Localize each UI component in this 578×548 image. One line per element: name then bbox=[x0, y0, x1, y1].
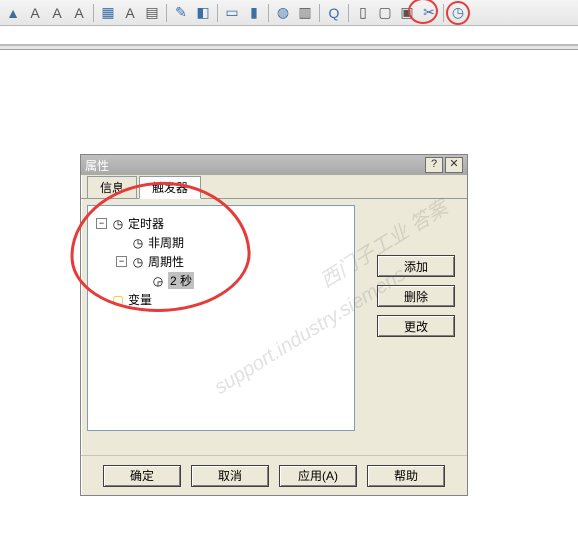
palette-icon[interactable]: ▦ bbox=[98, 3, 118, 23]
clock-icon[interactable]: ◷ bbox=[448, 3, 468, 23]
fill-icon[interactable]: ▮ bbox=[244, 3, 264, 23]
panel-icon[interactable]: ▭ bbox=[222, 3, 242, 23]
pointer-icon[interactable]: ▲ bbox=[3, 3, 23, 23]
archive-icon[interactable]: ▢ bbox=[375, 3, 395, 23]
trigger-tree-panel: − ◷ 定时器 ◷ 非周期 − ◷ 周期性 ◶ 2 秒 bbox=[87, 205, 355, 431]
modify-button[interactable]: 更改 bbox=[377, 315, 455, 337]
timer-icon: ◶ bbox=[151, 274, 165, 288]
toolbar-separator bbox=[443, 4, 444, 22]
tab-info[interactable]: 信息 bbox=[87, 176, 137, 198]
toolbar-separator bbox=[319, 4, 320, 22]
variable-icon: ▢ bbox=[111, 293, 125, 307]
a-slash-icon[interactable]: A bbox=[47, 3, 67, 23]
help-button[interactable]: ? bbox=[425, 157, 443, 173]
collapse-icon[interactable]: − bbox=[116, 256, 127, 267]
tree-label: 周期性 bbox=[148, 253, 184, 270]
tree-label: 定时器 bbox=[128, 215, 164, 232]
help-button-bottom[interactable]: 帮助 bbox=[367, 465, 445, 487]
close-button[interactable]: ✕ bbox=[445, 157, 463, 173]
toolbar-separator bbox=[93, 4, 94, 22]
add-button[interactable]: 添加 bbox=[377, 255, 455, 277]
scissors-icon[interactable]: ✂ bbox=[419, 3, 439, 23]
collapse-icon[interactable]: − bbox=[96, 218, 107, 229]
brush-icon[interactable]: ▤ bbox=[142, 3, 162, 23]
a-italic-icon[interactable]: A bbox=[69, 3, 89, 23]
toolbar-separator bbox=[268, 4, 269, 22]
tree-node-timer[interactable]: − ◷ 定时器 bbox=[96, 214, 348, 233]
tree-node-periodic[interactable]: − ◷ 周期性 bbox=[116, 252, 348, 271]
sub-toolbar bbox=[0, 44, 578, 50]
tab-strip: 信息 触发器 bbox=[81, 175, 467, 199]
trigger-tree: − ◷ 定时器 ◷ 非周期 − ◷ 周期性 ◶ 2 秒 bbox=[94, 214, 348, 309]
toolbar-separator bbox=[217, 4, 218, 22]
tree-node-aperiodic[interactable]: ◷ 非周期 bbox=[116, 233, 348, 252]
globe-icon[interactable]: ◍ bbox=[273, 3, 293, 23]
ok-button[interactable]: 确定 bbox=[103, 465, 181, 487]
dialog-button-row: 确定 取消 应用(A) 帮助 bbox=[81, 455, 467, 495]
cancel-button[interactable]: 取消 bbox=[191, 465, 269, 487]
clock-icon: ◷ bbox=[111, 217, 125, 231]
tree-node-variable[interactable]: ▢ 变量 bbox=[96, 290, 348, 309]
tab-trigger[interactable]: 触发器 bbox=[139, 176, 201, 199]
clock-icon: ◷ bbox=[131, 236, 145, 250]
toolbar-separator bbox=[348, 4, 349, 22]
folder-icon[interactable]: ▯ bbox=[353, 3, 373, 23]
text-a-icon[interactable]: A bbox=[25, 3, 45, 23]
dialog-title: 属性 bbox=[85, 157, 423, 174]
dialog-titlebar[interactable]: 属性 ? ✕ bbox=[81, 155, 467, 175]
tree-node-interval[interactable]: ◶ 2 秒 bbox=[136, 271, 348, 290]
package-icon[interactable]: ▣ bbox=[397, 3, 417, 23]
font-color-icon[interactable]: A bbox=[120, 3, 140, 23]
search-icon[interactable]: Q bbox=[324, 3, 344, 23]
clock-icon: ◷ bbox=[131, 255, 145, 269]
wrench-icon[interactable]: ✎ bbox=[171, 3, 191, 23]
tree-label-selected: 2 秒 bbox=[168, 272, 194, 289]
window-icon[interactable]: ◧ bbox=[193, 3, 213, 23]
side-button-group: 添加 删除 更改 bbox=[377, 255, 455, 337]
tree-label: 非周期 bbox=[148, 234, 184, 251]
apply-button[interactable]: 应用(A) bbox=[279, 465, 357, 487]
properties-dialog: 属性 ? ✕ 信息 触发器 − ◷ 定时器 ◷ 非周期 − ◷ bbox=[80, 154, 468, 496]
tree-label: 变量 bbox=[128, 291, 152, 308]
main-toolbar: ▲AAA▦A▤✎◧▭▮◍▥Q▯▢▣✂◷ bbox=[0, 0, 578, 26]
toolbar-separator bbox=[166, 4, 167, 22]
delete-button[interactable]: 删除 bbox=[377, 285, 455, 307]
chart-icon[interactable]: ▥ bbox=[295, 3, 315, 23]
